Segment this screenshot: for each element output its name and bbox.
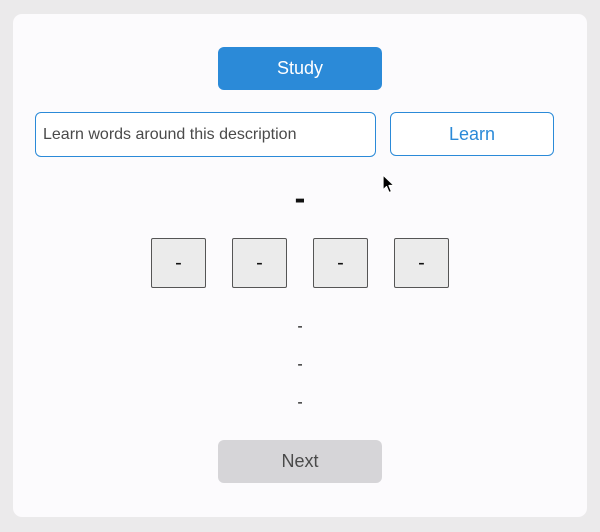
study-button[interactable]: Study [218,47,382,90]
description-input[interactable] [35,112,376,157]
pointer-arrow-icon [382,174,395,194]
detail-line-2: - [297,356,303,373]
choice-button-4[interactable]: - [394,238,449,288]
choice-button-1[interactable]: - [151,238,206,288]
choice-button-3[interactable]: - [313,238,368,288]
detail-line-1: - [297,318,303,335]
learn-button[interactable]: Learn [390,112,554,156]
current-word: - [294,180,306,216]
choice-button-2[interactable]: - [232,238,287,288]
detail-line-3: - [297,394,303,411]
next-button[interactable]: Next [218,440,382,483]
